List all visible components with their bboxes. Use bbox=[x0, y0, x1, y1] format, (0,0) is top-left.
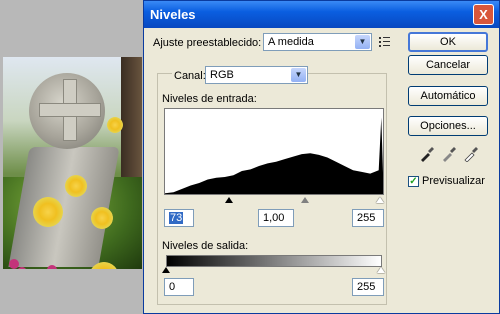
cancel-button[interactable]: Cancelar bbox=[408, 55, 488, 75]
input-black-field[interactable]: 73 bbox=[164, 209, 194, 227]
gray-eyedropper-icon[interactable] bbox=[441, 146, 457, 162]
channel-label: Canal: bbox=[172, 70, 208, 82]
channel-value: RGB bbox=[210, 69, 234, 81]
output-white-slider[interactable] bbox=[377, 267, 385, 273]
histogram bbox=[164, 108, 384, 195]
output-white-value: 255 bbox=[357, 281, 376, 293]
preset-label: Ajuste preestablecido: bbox=[153, 37, 262, 49]
histogram-chart bbox=[165, 117, 383, 194]
input-levels-label: Niveles de entrada: bbox=[162, 93, 257, 105]
title-bar[interactable]: Niveles X bbox=[144, 1, 499, 28]
input-gamma-value: 1,00 bbox=[263, 212, 285, 224]
output-gradient bbox=[166, 255, 382, 267]
tree-trunk bbox=[121, 57, 142, 177]
histogram-area bbox=[165, 117, 383, 194]
white-eyedropper-icon[interactable] bbox=[463, 146, 479, 162]
black-eyedropper-icon[interactable] bbox=[419, 146, 435, 162]
levels-dialog: Niveles X Ajuste preestablecido: A medid… bbox=[143, 0, 500, 314]
options-button[interactable]: Opciones... bbox=[408, 116, 488, 136]
output-white-field[interactable]: 255 bbox=[352, 278, 384, 296]
input-black-slider[interactable] bbox=[225, 197, 233, 203]
input-gamma-slider[interactable] bbox=[301, 197, 309, 203]
pink-flower bbox=[47, 265, 57, 269]
output-levels-label: Niveles de salida: bbox=[162, 240, 249, 252]
input-black-value: 73 bbox=[169, 212, 184, 224]
preset-menu-icon[interactable] bbox=[379, 36, 391, 48]
input-white-slider[interactable] bbox=[376, 197, 384, 203]
document-photo bbox=[3, 57, 142, 269]
cross-horizontal bbox=[39, 103, 101, 117]
preview-label: Previsualizar bbox=[422, 175, 485, 187]
daffodil-flower bbox=[91, 207, 113, 229]
close-button[interactable]: X bbox=[473, 4, 494, 25]
input-white-value: 255 bbox=[357, 212, 376, 224]
chevron-down-icon: ▼ bbox=[291, 68, 306, 82]
daffodil-flower bbox=[65, 175, 87, 197]
input-white-field[interactable]: 255 bbox=[352, 209, 384, 227]
ok-button[interactable]: OK bbox=[408, 32, 488, 52]
daffodil-flower bbox=[33, 197, 63, 227]
channel-dropdown[interactable]: RGB ▼ bbox=[205, 66, 308, 84]
preview-checkbox[interactable]: ✓ bbox=[408, 176, 419, 187]
daffodil-flower bbox=[107, 117, 123, 133]
preset-value: A medida bbox=[268, 36, 314, 48]
output-black-slider[interactable] bbox=[162, 267, 170, 273]
auto-button[interactable]: Automático bbox=[408, 86, 488, 106]
output-black-value: 0 bbox=[169, 281, 176, 293]
preset-dropdown[interactable]: A medida ▼ bbox=[263, 33, 372, 51]
output-black-field[interactable]: 0 bbox=[164, 278, 194, 296]
dialog-title: Niveles bbox=[150, 7, 196, 22]
chevron-down-icon: ▼ bbox=[355, 35, 370, 49]
input-gamma-field[interactable]: 1,00 bbox=[258, 209, 294, 227]
